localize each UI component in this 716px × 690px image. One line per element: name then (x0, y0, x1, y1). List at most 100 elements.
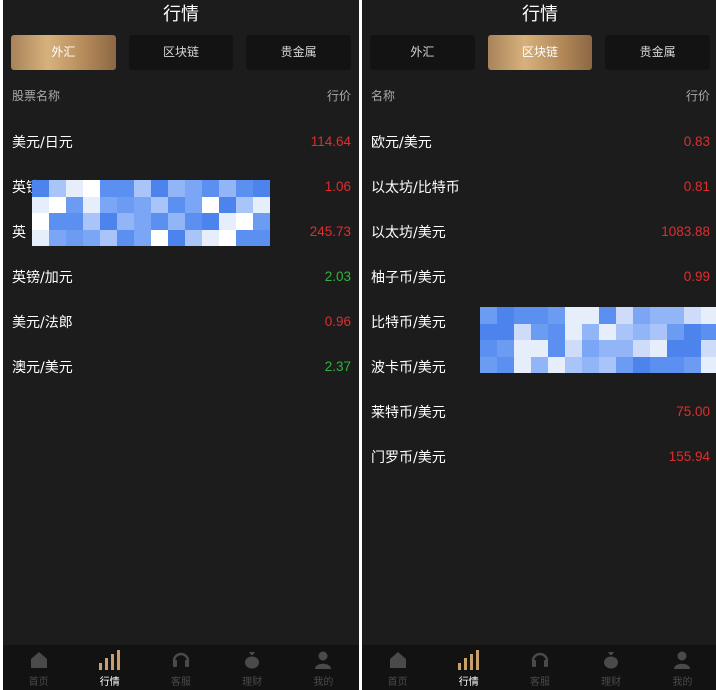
mosaic-cell (633, 340, 650, 357)
quote-row[interactable]: 以太坊/美元 1083.88 (362, 209, 716, 254)
mosaic-cell (202, 229, 219, 246)
category-tabs: 外汇 区块链 贵金属 (362, 32, 716, 70)
nav-finance[interactable]: 理财 (222, 648, 282, 688)
nav-profile[interactable]: 我的 (652, 648, 712, 688)
pair-name: 门罗币/美元 (371, 449, 446, 466)
pair-price: 114.64 (310, 134, 351, 149)
mosaic-cell (667, 323, 684, 340)
quote-row[interactable]: 以太坊/比特币 0.81 (362, 164, 716, 209)
quote-row[interactable]: 英镑/加元 2.03 (3, 254, 359, 299)
mosaic-cell (66, 196, 83, 213)
nav-home[interactable]: 首页 (368, 648, 428, 688)
mosaic-cell (117, 229, 134, 246)
money-bag-icon (600, 648, 622, 670)
mosaic-cell (134, 213, 151, 230)
mosaic-cell (117, 196, 134, 213)
nav-label: 客服 (170, 676, 191, 688)
mosaic-cell (236, 229, 253, 246)
nav-finance[interactable]: 理财 (581, 648, 641, 688)
home-icon (28, 648, 50, 670)
mosaic-cell (548, 307, 565, 324)
mosaic-cell (565, 323, 582, 340)
quote-row[interactable]: 欧元/美元 0.83 (362, 119, 716, 164)
mosaic-cell (480, 340, 497, 357)
mosaic-cell (667, 340, 684, 357)
mosaic-cell (684, 340, 701, 357)
mosaic-cell (599, 340, 616, 357)
mosaic-cell (599, 356, 616, 373)
mosaic-cell (151, 180, 168, 197)
nav-label: 行情 (99, 676, 120, 688)
quote-row[interactable]: 美元/日元 114.64 (3, 119, 359, 164)
quote-row[interactable]: 门罗币/美元 155.94 (362, 434, 716, 479)
pair-price: 1083.88 (661, 224, 710, 239)
mosaic-cell (514, 323, 531, 340)
mosaic-cell (582, 307, 599, 324)
nav-profile[interactable]: 我的 (293, 648, 353, 688)
mosaic-cell (83, 213, 100, 230)
quote-row[interactable]: 美元/法郎 0.96 (3, 299, 359, 344)
category-tabs: 外汇 区块链 贵金属 (3, 32, 359, 70)
quote-row[interactable]: 澳元/美元 2.37 (3, 344, 359, 389)
nav-label: 首页 (28, 676, 49, 688)
quote-row[interactable]: 莱特币/美元 75.00 (362, 389, 716, 434)
mosaic-cell (531, 307, 548, 324)
nav-label: 我的 (313, 676, 334, 688)
pair-name: 英镑/加元 (12, 269, 73, 286)
mosaic-cell (49, 213, 66, 230)
mosaic-cell (701, 340, 716, 357)
mosaic-cell (616, 307, 633, 324)
mosaic-cell (100, 229, 117, 246)
nav-service[interactable]: 客服 (151, 648, 211, 688)
pair-name: 英 (12, 224, 26, 241)
tab-precious-metals[interactable]: 贵金属 (246, 35, 352, 70)
nav-label: 理财 (601, 676, 622, 688)
user-icon (312, 648, 334, 670)
mosaic-cell (49, 229, 66, 246)
bottom-nav: 首页 行情 客服 理财 我的 (3, 645, 359, 690)
mosaic-cell (185, 196, 202, 213)
mosaic-cell (565, 307, 582, 324)
tab-forex[interactable]: 外汇 (11, 35, 116, 70)
mosaic-cell (531, 356, 548, 373)
quote-row[interactable]: 柚子币/美元 0.99 (362, 254, 716, 299)
mosaic-cell (83, 180, 100, 197)
mosaic-cell (32, 229, 49, 246)
mosaic-cell (616, 323, 633, 340)
nav-service[interactable]: 客服 (510, 648, 570, 688)
nav-label: 我的 (672, 676, 693, 688)
pair-name: 以太坊/比特币 (371, 179, 460, 196)
mosaic-cell (49, 196, 66, 213)
tab-blockchain[interactable]: 区块链 (487, 35, 593, 70)
nav-home[interactable]: 首页 (9, 648, 69, 688)
mosaic-cell (701, 307, 716, 324)
mosaic-cell (582, 340, 599, 357)
mosaic-cell (548, 356, 565, 373)
mosaic-cell (168, 229, 185, 246)
mosaic-cell (117, 180, 134, 197)
pair-price: 1.06 (324, 179, 351, 194)
mosaic-cell (134, 180, 151, 197)
market-screen-forex: 行情 外汇 区块链 贵金属 股票名称 行价 美元/日元 114.64 英镑 1.… (3, 0, 359, 690)
redaction-mosaic (480, 307, 716, 373)
mosaic-cell (100, 213, 117, 230)
mosaic-cell (582, 356, 599, 373)
tab-precious-metals[interactable]: 贵金属 (605, 35, 711, 70)
mosaic-cell (565, 356, 582, 373)
mosaic-cell (236, 180, 253, 197)
nav-market[interactable]: 行情 (80, 648, 140, 688)
nav-market[interactable]: 行情 (439, 648, 499, 688)
quote-list: 欧元/美元 0.83 以太坊/比特币 0.81 以太坊/美元 1083.88 柚… (362, 119, 716, 479)
pair-price: 0.99 (683, 269, 710, 284)
tab-blockchain[interactable]: 区块链 (128, 35, 234, 70)
column-price-header: 行价 (326, 89, 351, 103)
tab-forex[interactable]: 外汇 (370, 35, 475, 70)
mosaic-cell (49, 180, 66, 197)
mosaic-cell (32, 196, 49, 213)
pair-name: 波卡币/美元 (371, 359, 446, 376)
mosaic-cell (219, 229, 236, 246)
home-icon (387, 648, 409, 670)
mosaic-cell (480, 323, 497, 340)
mosaic-cell (514, 340, 531, 357)
nav-label: 客服 (529, 676, 550, 688)
